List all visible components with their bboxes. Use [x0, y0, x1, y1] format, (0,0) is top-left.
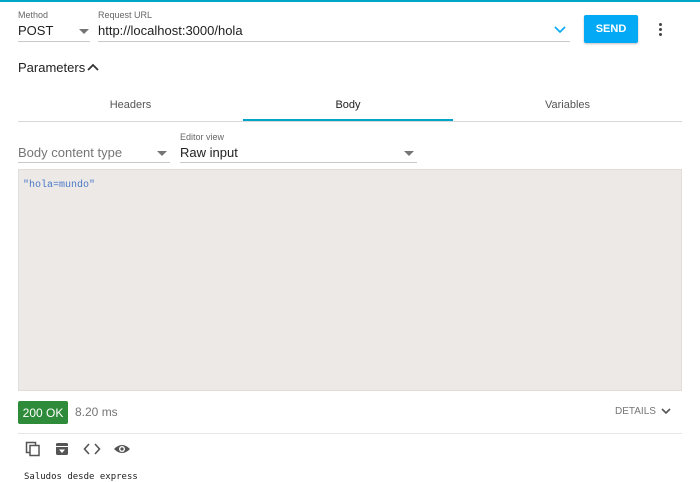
response-time: 8.20 ms	[75, 405, 118, 419]
more-options-icon[interactable]	[652, 18, 668, 40]
details-button[interactable]: DETAILS	[615, 406, 671, 417]
details-label[interactable]: DETAILS	[615, 406, 656, 417]
request-url-input[interactable]: http://localhost:3000/hola	[98, 23, 243, 38]
status-badge: 200 OK	[18, 401, 68, 424]
code-icon[interactable]	[83, 440, 101, 458]
chevron-up-icon[interactable]	[87, 62, 99, 72]
url-history-chevron-icon[interactable]	[554, 25, 566, 35]
response-divider	[18, 433, 682, 434]
method-value[interactable]: POST	[18, 23, 53, 38]
editor-view-value[interactable]: Raw input	[180, 145, 238, 160]
tab-headers[interactable]: Headers	[18, 88, 243, 121]
method-underline	[18, 41, 90, 42]
method-dropdown-icon[interactable]	[79, 29, 89, 34]
body-editor[interactable]: "hola=mundo"	[18, 169, 682, 391]
top-accent-line	[0, 0, 700, 2]
request-url-underline	[98, 41, 570, 42]
content-type-dropdown-icon[interactable]	[157, 151, 167, 156]
send-button[interactable]: SEND	[584, 15, 638, 43]
parameters-title[interactable]: Parameters	[18, 60, 85, 75]
editor-view-label: Editor view	[180, 132, 225, 142]
tab-variables[interactable]: Variables	[453, 88, 682, 121]
editor-view-underline	[180, 162, 417, 163]
body-editor-content[interactable]: "hola=mundo"	[23, 180, 95, 191]
archive-icon[interactable]	[53, 440, 71, 458]
response-body-text: Saludos desde express	[24, 472, 138, 482]
content-type-underline	[18, 162, 170, 163]
chevron-down-icon[interactable]	[661, 408, 671, 415]
editor-view-dropdown-icon[interactable]	[404, 151, 414, 156]
copy-icon[interactable]	[24, 440, 42, 458]
parameters-tabs: Headers Body Variables	[18, 88, 682, 122]
method-label: Method	[18, 10, 49, 20]
body-content-type-placeholder[interactable]: Body content type	[18, 145, 122, 160]
request-url-label: Request URL	[98, 10, 153, 20]
eye-icon[interactable]	[113, 440, 131, 458]
tab-body[interactable]: Body	[243, 88, 453, 121]
active-tab-indicator	[243, 119, 453, 121]
